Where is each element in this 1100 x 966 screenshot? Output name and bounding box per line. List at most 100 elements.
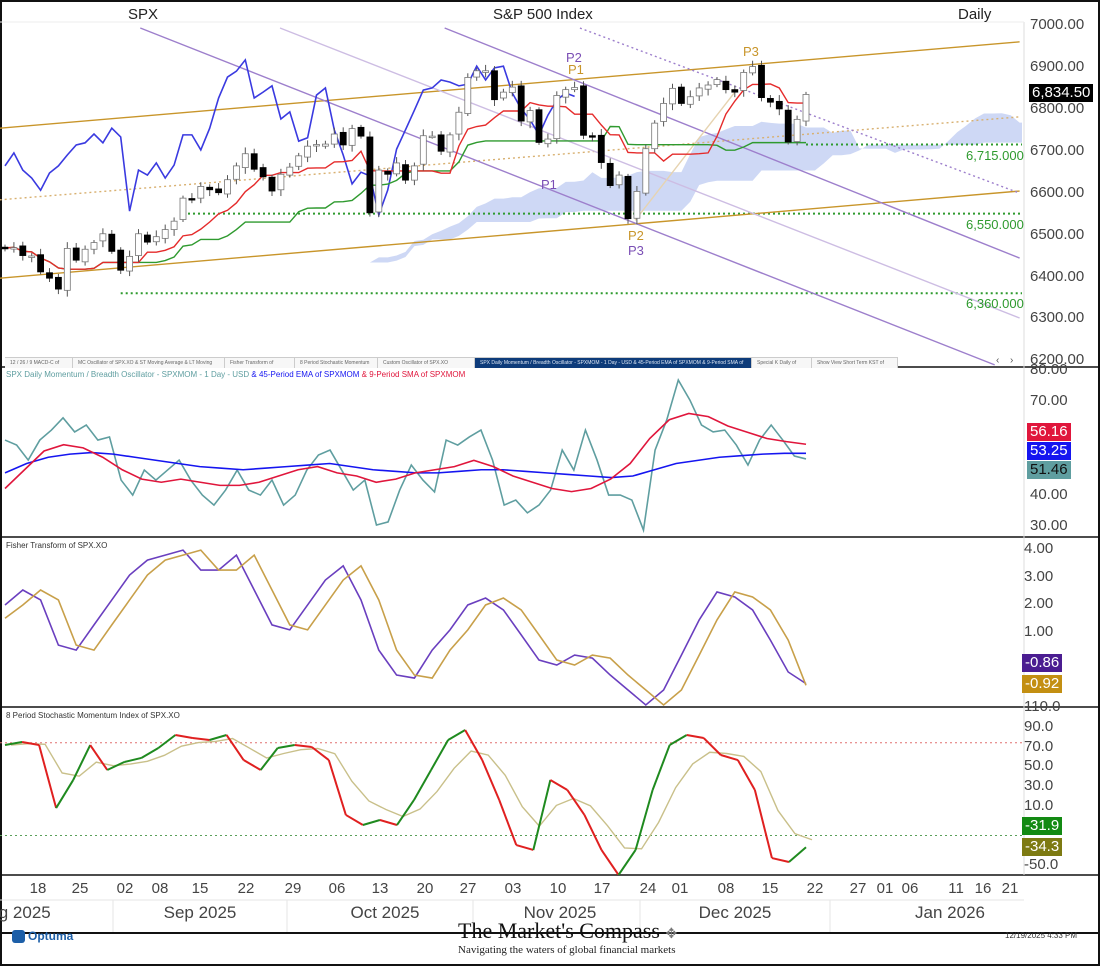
candle-body: [615, 174, 623, 186]
candle-body: [678, 86, 685, 104]
stochastic-tick-label: 110.0: [1024, 698, 1061, 716]
trendline-purple-upper: [444, 27, 1020, 259]
smi-segment: [294, 744, 312, 749]
candle-body: [419, 135, 427, 165]
candle: [499, 88, 507, 101]
date-month-label: ug 2025: [0, 903, 51, 922]
price-tick-label: 6900.00: [1030, 58, 1085, 75]
candle-body: [277, 173, 285, 191]
candle-body: [784, 109, 792, 143]
indicator-tab[interactable]: Fisher Transform of SPX.XO: [225, 358, 295, 368]
price-tick-label: 6800.00: [1030, 99, 1085, 117]
indicator-tab[interactable]: SPX Daily Momentum / Breadth Oscillator …: [475, 358, 752, 368]
candle: [348, 124, 356, 152]
fisher-tick-label: 4.00: [1024, 540, 1054, 557]
chart-title: S&P 500 Index: [493, 6, 593, 23]
candle: [313, 139, 320, 153]
momentum-panel-title: SPX Daily Momentum / Breadth Oscillator …: [6, 370, 465, 379]
date-day-label: 27: [459, 880, 477, 897]
candle: [437, 131, 445, 155]
candle-body: [473, 70, 481, 78]
indicator-tab[interactable]: 12 / 26 / 9 MACD-C of SPX.XO: [5, 358, 73, 368]
candle: [10, 242, 18, 253]
candle-body: [339, 131, 347, 146]
candle-body: [28, 255, 36, 258]
candle-body: [767, 98, 774, 103]
indicator-tab[interactable]: MC Oscillator of SPX.XO & ST Moving Aver…: [73, 358, 225, 368]
candle: [215, 183, 223, 196]
last-price-badge: 6,834.50: [1029, 84, 1094, 102]
candle: [793, 115, 801, 146]
candle-body: [775, 100, 783, 110]
smi-segment: [583, 814, 603, 851]
momentum-series-line: [4, 412, 807, 493]
indicator-tab[interactable]: Custom Oscillator of SPX.XO: [378, 358, 475, 368]
smi-segment: [362, 819, 381, 826]
candle-body: [10, 247, 18, 250]
symbol-label: SPX: [128, 6, 159, 23]
candle: [250, 148, 258, 172]
candle-body: [597, 134, 605, 163]
candle: [224, 175, 231, 198]
smi-segment: [753, 789, 773, 859]
momentum-value-badge: 56.16: [1027, 423, 1071, 441]
smi-segment: [771, 857, 790, 863]
date-month-label: Dec 2025: [698, 903, 772, 922]
candle: [304, 140, 312, 163]
indicator-tab[interactable]: Show View Short Term KST of SPX.XO: [812, 358, 898, 368]
smi-segment: [175, 734, 193, 740]
candle: [704, 81, 712, 96]
date-day-label: 15: [761, 880, 779, 897]
candle-body: [286, 166, 294, 176]
trendline-gold-median: [0, 116, 1020, 201]
timestamp: 12/19/2025 4:33 PM: [1005, 931, 1078, 940]
candle-body: [606, 162, 614, 186]
candle: [571, 81, 578, 93]
candle-body: [482, 70, 490, 73]
date-day-label: 03: [504, 880, 522, 897]
stochastic-value-badge: -31.9: [1022, 817, 1063, 835]
candle: [117, 247, 125, 274]
candle-body: [393, 162, 401, 175]
stochastic-tick-label: 50.0: [1024, 757, 1054, 775]
candle: [375, 165, 383, 218]
candle: [206, 184, 214, 197]
candle-body: [749, 66, 756, 74]
candle-body: [758, 64, 765, 98]
candle-body: [491, 70, 498, 101]
smi-segment: [447, 729, 466, 741]
indicator-tab[interactable]: Special K Daily of SPX.XO: [752, 358, 812, 368]
candle: [535, 107, 543, 145]
date-month-label: Jan 2026: [915, 903, 985, 922]
smi-segment: [430, 739, 449, 771]
pivot-label: P3: [743, 44, 759, 59]
momentum-value-badge: 53.25: [1027, 442, 1071, 460]
candle-body: [704, 84, 712, 90]
scroll-left-button[interactable]: ‹: [996, 355, 999, 366]
candle: [767, 95, 774, 108]
candle-body: [464, 77, 472, 114]
candle-body: [152, 236, 160, 243]
candle-body: [669, 87, 676, 105]
date-day-label: 21: [1001, 880, 1019, 897]
date-day-label: 01: [671, 880, 689, 897]
chart-canvas[interactable]: [0, 0, 1100, 966]
level-label: 6,360.000: [966, 296, 1024, 312]
candle-body: [526, 110, 534, 123]
indicator-tab[interactable]: 8 Period Stochastic Momentum Index of SP…: [295, 358, 378, 368]
candle-body: [19, 245, 27, 256]
scroll-right-button[interactable]: ›: [1010, 355, 1013, 366]
smi-segment: [634, 789, 654, 851]
candle-body: [402, 164, 409, 181]
stochastic-value-badge: -34.3: [1022, 838, 1063, 856]
candle-body: [81, 248, 89, 263]
date-day-label: 02: [116, 880, 134, 897]
optuma-logo: Optuma: [12, 929, 73, 943]
candle-body: [410, 165, 418, 181]
candle-body: [313, 144, 320, 147]
compass-icon: ✥: [665, 927, 678, 942]
smi-signal-line: [10, 737, 813, 850]
candle-body: [624, 175, 632, 220]
smi-segment: [413, 769, 432, 801]
candle-body: [357, 126, 365, 137]
